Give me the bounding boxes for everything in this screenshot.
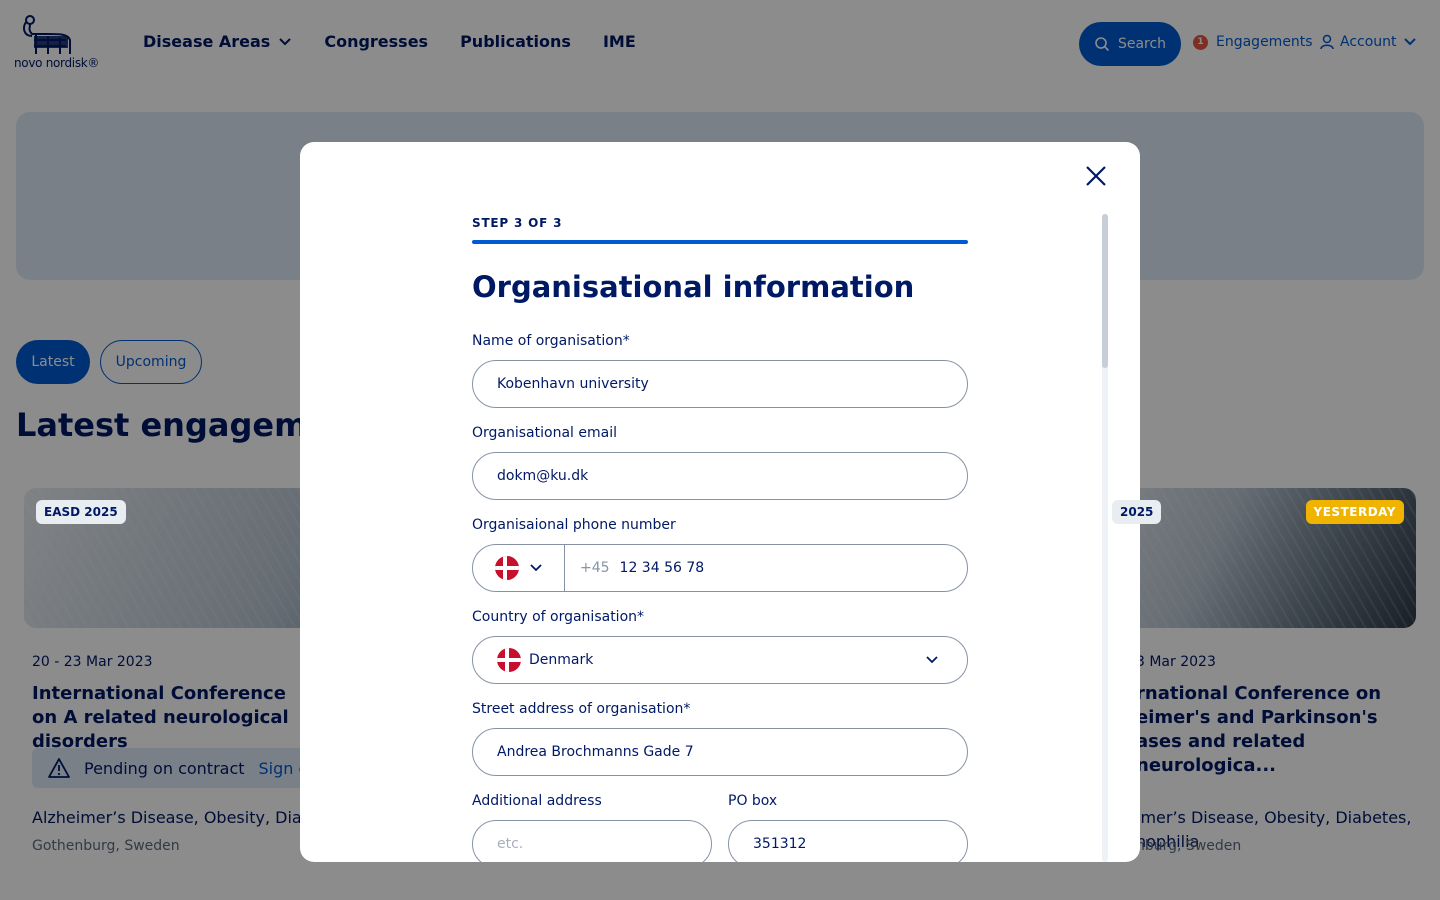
modal-scrollbar[interactable] (1102, 214, 1108, 862)
scrollbar-thumb[interactable] (1102, 214, 1108, 368)
form-title: Organisational information (472, 270, 915, 304)
country-label: Country of organisation* (472, 609, 645, 625)
chevron-down-icon (926, 656, 938, 664)
chevron-down-icon (529, 564, 542, 572)
phone-country-select[interactable] (473, 545, 565, 591)
step-progress-bar (472, 240, 968, 244)
additional-address-input[interactable] (497, 836, 711, 852)
org-phone-field[interactable]: +45 (472, 544, 968, 592)
org-email-field[interactable] (472, 452, 968, 500)
congress-tag: EASD 2025 (36, 500, 126, 524)
street-input[interactable] (497, 744, 967, 760)
denmark-flag-icon (494, 556, 519, 580)
yesterday-badge: YESTERDAY (1305, 500, 1404, 524)
org-name-input[interactable] (497, 376, 967, 392)
country-select[interactable]: Denmark (472, 636, 968, 684)
org-name-label: Name of organisation* (472, 333, 630, 349)
step-indicator: STEP 3 OF 3 (472, 216, 563, 230)
close-button[interactable] (1082, 162, 1110, 190)
street-field[interactable] (472, 728, 968, 776)
additional-address-field[interactable] (472, 820, 712, 862)
pobox-field[interactable] (728, 820, 968, 862)
org-phone-label: Organisaional phone number (472, 517, 676, 533)
org-email-input[interactable] (497, 468, 967, 484)
pobox-input[interactable] (753, 836, 967, 852)
close-icon (1086, 166, 1106, 186)
denmark-flag-icon (497, 648, 521, 672)
congress-tag: 2025 (1112, 500, 1162, 524)
country-value: Denmark (529, 652, 594, 668)
pobox-label: PO box (728, 793, 778, 809)
org-email-label: Organisational email (472, 425, 617, 441)
additional-address-label: Additional address (472, 793, 602, 809)
street-label: Street address of organisation* (472, 701, 691, 717)
organisation-info-modal: STEP 3 OF 3 Organisational information N… (300, 142, 1140, 862)
org-name-field[interactable] (472, 360, 968, 408)
phone-prefix: +45 (580, 560, 610, 576)
org-phone-input[interactable] (619, 560, 967, 576)
